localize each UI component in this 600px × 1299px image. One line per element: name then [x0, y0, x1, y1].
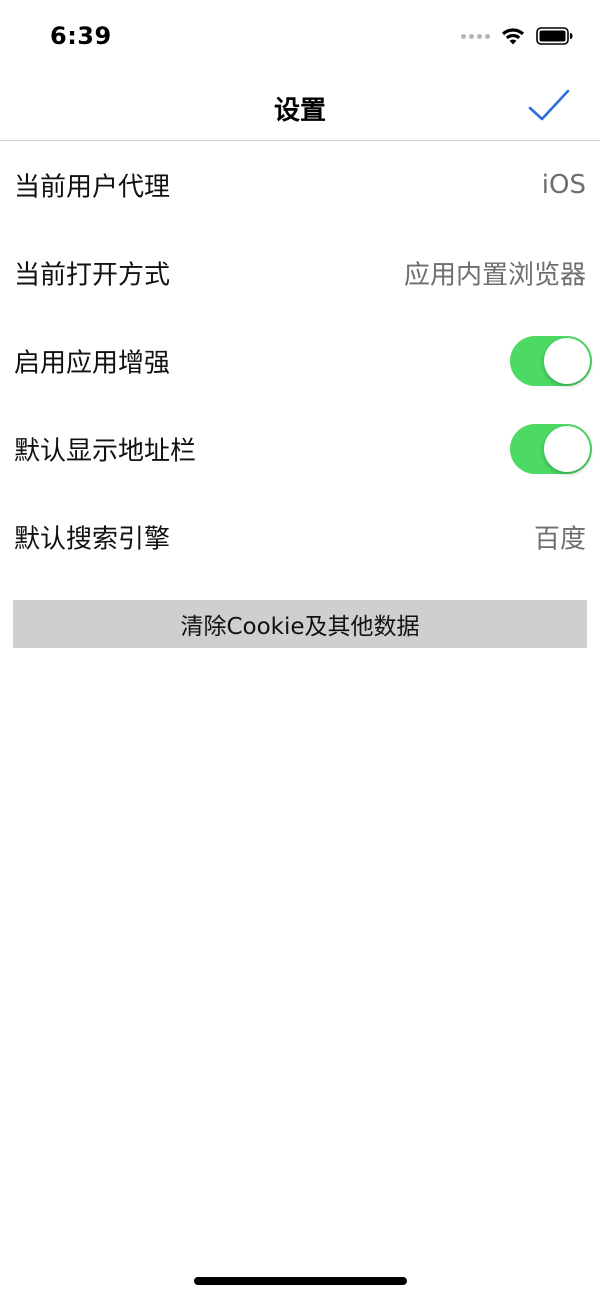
- signal-dots-icon: [461, 33, 490, 39]
- toggle-knob: [544, 338, 590, 384]
- setting-row-show-address-bar: 默认显示地址栏: [0, 405, 600, 493]
- setting-value: 应用内置浏览器: [403, 260, 586, 291]
- toggle-knob: [544, 426, 590, 472]
- setting-value: 百度: [533, 524, 586, 555]
- status-icons: [461, 26, 574, 46]
- page-title: 设置: [273, 96, 326, 126]
- battery-icon: [536, 27, 573, 45]
- setting-row-search-engine[interactable]: 默认搜索引擎 百度: [0, 493, 600, 581]
- status-time: 6:39: [50, 22, 112, 50]
- clear-cookie-button[interactable]: 清除Cookie及其他数据: [13, 600, 587, 648]
- app-enhance-toggle[interactable]: [510, 336, 592, 386]
- setting-row-open-mode[interactable]: 当前打开方式 应用内置浏览器: [0, 229, 600, 317]
- setting-row-app-enhance: 启用应用增强: [0, 317, 600, 405]
- settings-screen: 6:39 设置 当前用户代理 iOS 当前打开方式 应用内置浏览器 启用应用增强…: [0, 0, 600, 1299]
- show-address-bar-toggle[interactable]: [510, 424, 592, 474]
- setting-label: 当前打开方式: [14, 260, 171, 291]
- setting-label: 当前用户代理: [14, 172, 171, 203]
- setting-value: iOS: [541, 170, 586, 200]
- setting-label: 启用应用增强: [14, 348, 171, 379]
- setting-row-user-agent[interactable]: 当前用户代理 iOS: [0, 141, 600, 229]
- home-indicator[interactable]: [194, 1277, 407, 1285]
- done-button[interactable]: [528, 88, 570, 124]
- checkmark-icon: [528, 89, 570, 121]
- settings-list: 当前用户代理 iOS 当前打开方式 应用内置浏览器 启用应用增强 默认显示地址栏…: [0, 141, 600, 581]
- wifi-icon: [502, 28, 524, 45]
- setting-label: 默认搜索引擎: [14, 524, 171, 555]
- status-bar: 6:39: [0, 0, 600, 72]
- setting-label: 默认显示地址栏: [14, 436, 197, 467]
- navigation-bar: 设置: [0, 72, 600, 141]
